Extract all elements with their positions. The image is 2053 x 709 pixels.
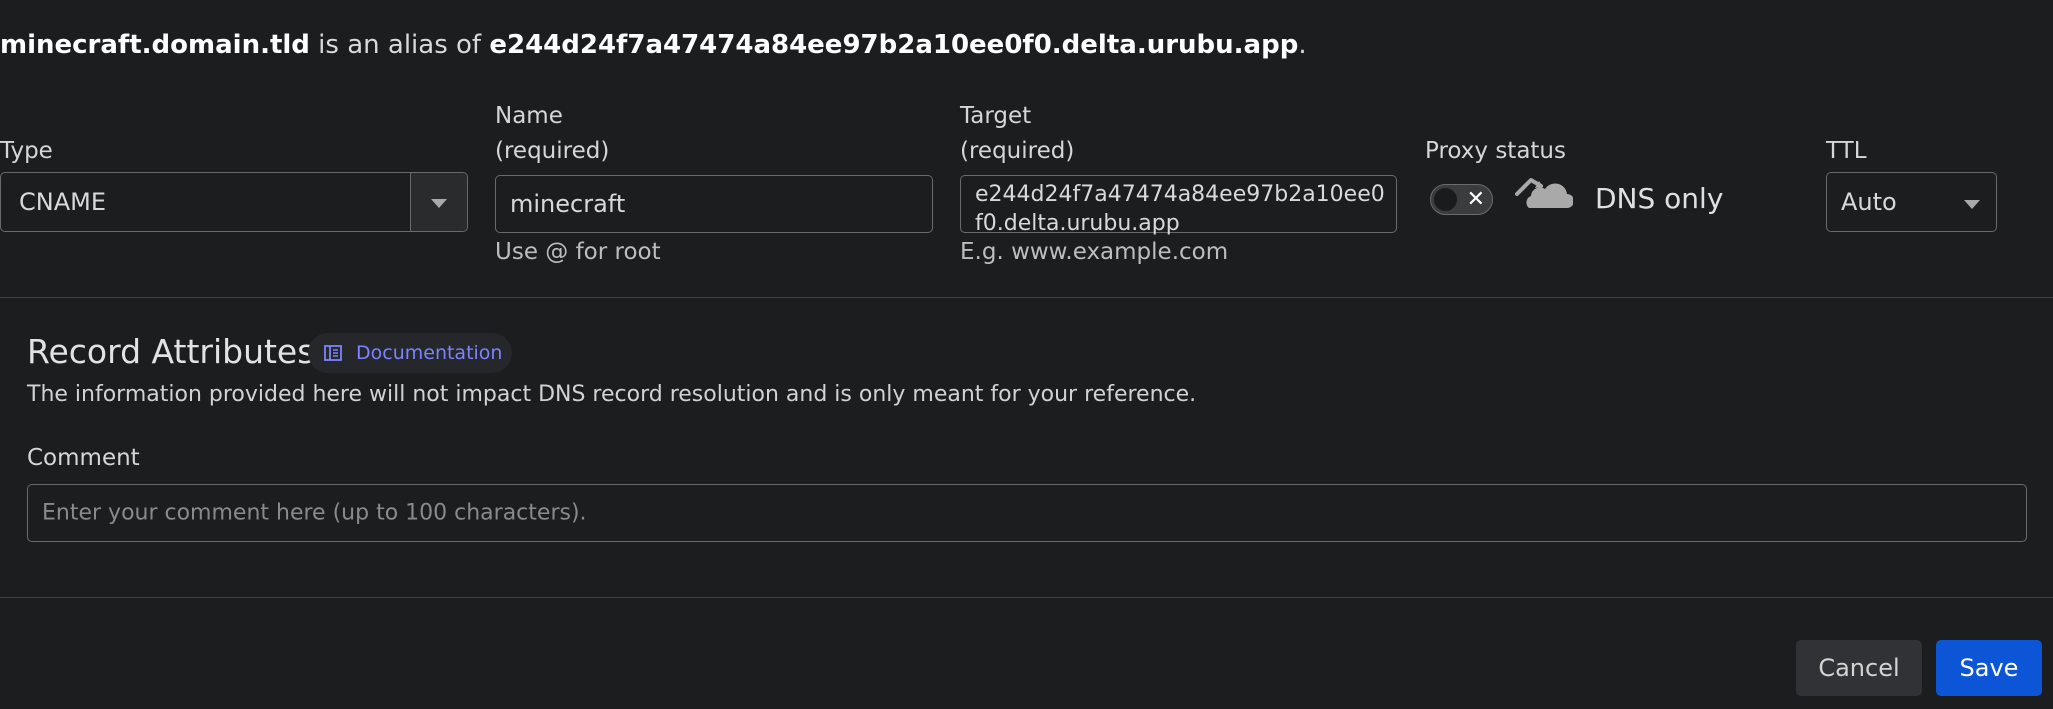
dns-record-editor: minecraft.domain.tld is an alias of e244…	[0, 0, 2053, 709]
proxy-toggle[interactable]: ✕	[1430, 184, 1493, 215]
section-title: Record Attributes	[27, 332, 315, 371]
proxy-status-text: DNS only	[1595, 182, 1724, 215]
type-select-toggle[interactable]	[411, 173, 467, 231]
comment-input[interactable]: Enter your comment here (up to 100 chara…	[27, 484, 2027, 542]
chevron-down-icon	[431, 199, 447, 208]
comment-placeholder: Enter your comment here (up to 100 chara…	[42, 500, 587, 526]
name-input[interactable]: minecraft	[495, 175, 933, 233]
documentation-link-label: Documentation	[356, 342, 503, 364]
target-hint: E.g. www.example.com	[960, 239, 1229, 265]
ttl-label: TTL	[1826, 138, 1867, 164]
target-required-label: (required)	[960, 138, 1075, 164]
documentation-link[interactable]: Documentation	[308, 333, 512, 373]
target-input[interactable]: e244d24f7a47474a84ee97b2a10ee0f0.delta.u…	[960, 175, 1397, 236]
target-label: Target	[960, 103, 1032, 129]
name-input-value: minecraft	[510, 190, 626, 218]
name-label: Name	[495, 103, 563, 129]
alias-end: .	[1298, 30, 1307, 60]
divider	[0, 297, 2053, 298]
type-label: Type	[0, 138, 53, 164]
cloud-icon	[1515, 172, 1574, 216]
ttl-select[interactable]: Auto	[1826, 172, 1997, 232]
name-hint: Use @ for root	[495, 239, 661, 265]
cancel-button[interactable]: Cancel	[1796, 640, 1922, 696]
alias-connector: is an alias of	[309, 30, 490, 60]
save-button[interactable]: Save	[1936, 640, 2042, 696]
alias-target: e244d24f7a47474a84ee97b2a10ee0f0.delta.u…	[489, 30, 1299, 60]
type-select[interactable]: CNAME	[0, 172, 468, 232]
name-required-label: (required)	[495, 138, 610, 164]
target-input-value: e244d24f7a47474a84ee97b2a10ee0f0.delta.u…	[975, 182, 1385, 236]
type-value: CNAME	[19, 188, 106, 216]
divider	[0, 597, 2053, 598]
book-icon	[324, 345, 342, 361]
close-icon: ✕	[1466, 187, 1485, 212]
alias-summary: minecraft.domain.tld is an alias of e244…	[0, 30, 1307, 60]
ttl-value: Auto	[1841, 188, 1897, 216]
alias-name: minecraft.domain.tld	[0, 30, 310, 60]
section-description: The information provided here will not i…	[27, 382, 1197, 407]
proxy-status-label: Proxy status	[1425, 138, 1566, 164]
proxy-toggle-knob	[1434, 188, 1457, 211]
comment-label: Comment	[27, 445, 140, 471]
chevron-down-icon	[1964, 200, 1980, 209]
